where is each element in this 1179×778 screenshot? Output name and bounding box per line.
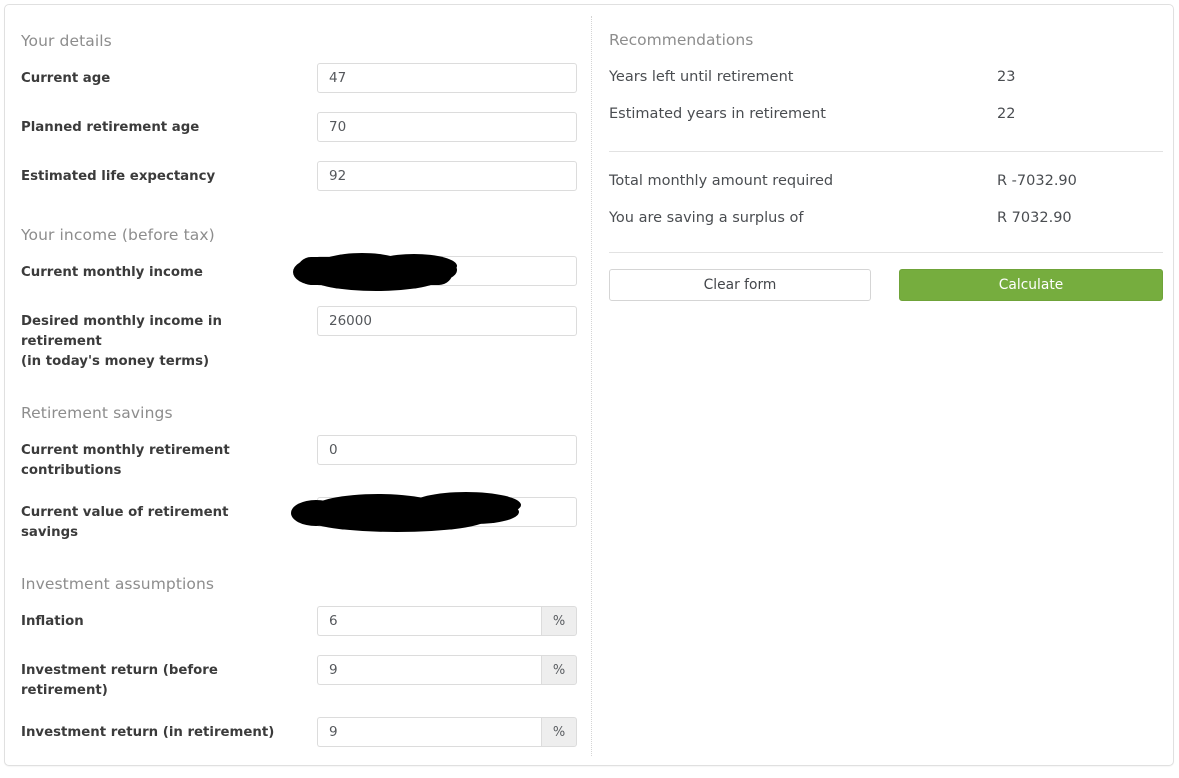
label-current-savings-value: Current value of retirement savings <box>21 503 301 543</box>
input-planned-retirement-age[interactable] <box>317 112 577 142</box>
label-inflation: Inflation <box>21 612 301 632</box>
form-column: Your details Current age Planned retirem… <box>5 5 591 767</box>
label-monthly-contributions: Current monthly retirement contributions <box>21 441 301 481</box>
label-total-monthly-amount-required: Total monthly amount required <box>609 173 833 189</box>
input-desired-monthly-income[interactable] <box>317 306 577 336</box>
label-current-age: Current age <box>21 69 301 89</box>
clear-form-button[interactable]: Clear form <box>609 269 871 301</box>
label-desired-monthly-income-line3: (in today's money terms) <box>21 354 209 369</box>
section-heading-your-details: Your details <box>21 32 112 50</box>
section-heading-your-income: Your income (before tax) <box>21 226 215 244</box>
divider-after-years <box>609 151 1163 152</box>
label-estimated-life-expectancy: Estimated life expectancy <box>21 167 301 187</box>
label-return-before-retirement-line2: retirement) <box>21 683 108 698</box>
label-years-left-until-retirement: Years left until retirement <box>609 69 793 85</box>
label-return-in-retirement: Investment return (in retirement) <box>21 723 301 743</box>
section-heading-investment-assumptions: Investment assumptions <box>21 575 214 593</box>
percent-addon-return-in-retirement: % <box>541 717 577 747</box>
input-inflation[interactable] <box>317 606 541 636</box>
retirement-calculator-screen: Your details Current age Planned retirem… <box>0 0 1179 778</box>
input-monthly-contributions[interactable] <box>317 435 577 465</box>
label-monthly-contributions-line2: contributions <box>21 463 121 478</box>
divider-before-buttons <box>609 252 1163 253</box>
value-total-monthly-amount-required: R -7032.90 <box>997 173 1077 189</box>
label-current-savings-value-line2: savings <box>21 525 78 540</box>
label-desired-monthly-income-line1: Desired monthly income in <box>21 314 222 329</box>
calculator-card: Your details Current age Planned retirem… <box>4 4 1174 766</box>
input-current-monthly-income[interactable] <box>317 256 577 286</box>
input-current-savings-value[interactable] <box>317 497 577 527</box>
calculator-card-body: Your details Current age Planned retirem… <box>5 5 1173 765</box>
input-return-in-retirement[interactable] <box>317 717 541 747</box>
label-saving-surplus: You are saving a surplus of <box>609 210 803 226</box>
input-group-return-in-retirement: % <box>317 717 577 747</box>
label-desired-monthly-income: Desired monthly income in retirement (in… <box>21 312 301 372</box>
label-monthly-contributions-line1: Current monthly retirement <box>21 443 230 458</box>
recommendations-heading: Recommendations <box>609 31 753 49</box>
label-return-before-retirement-line1: Investment return (before <box>21 663 218 678</box>
value-saving-surplus: R 7032.90 <box>997 210 1072 226</box>
label-current-savings-value-line1: Current value of retirement <box>21 505 228 520</box>
label-planned-retirement-age: Planned retirement age <box>21 118 301 138</box>
recommendations-column: Recommendations Years left until retirem… <box>591 5 1175 767</box>
percent-addon-return-before-retirement: % <box>541 655 577 685</box>
calculate-button[interactable]: Calculate <box>899 269 1163 301</box>
input-return-before-retirement[interactable] <box>317 655 541 685</box>
input-current-age[interactable] <box>317 63 577 93</box>
input-group-return-before-retirement: % <box>317 655 577 685</box>
label-desired-monthly-income-line2: retirement <box>21 334 102 349</box>
value-estimated-years-in-retirement: 22 <box>997 106 1015 122</box>
input-estimated-life-expectancy[interactable] <box>317 161 577 191</box>
input-group-inflation: % <box>317 606 577 636</box>
section-heading-retirement-savings: Retirement savings <box>21 404 173 422</box>
label-estimated-years-in-retirement: Estimated years in retirement <box>609 106 826 122</box>
label-return-before-retirement: Investment return (before retirement) <box>21 661 301 701</box>
percent-addon-inflation: % <box>541 606 577 636</box>
value-years-left-until-retirement: 23 <box>997 69 1015 85</box>
label-current-monthly-income: Current monthly income <box>21 263 301 283</box>
